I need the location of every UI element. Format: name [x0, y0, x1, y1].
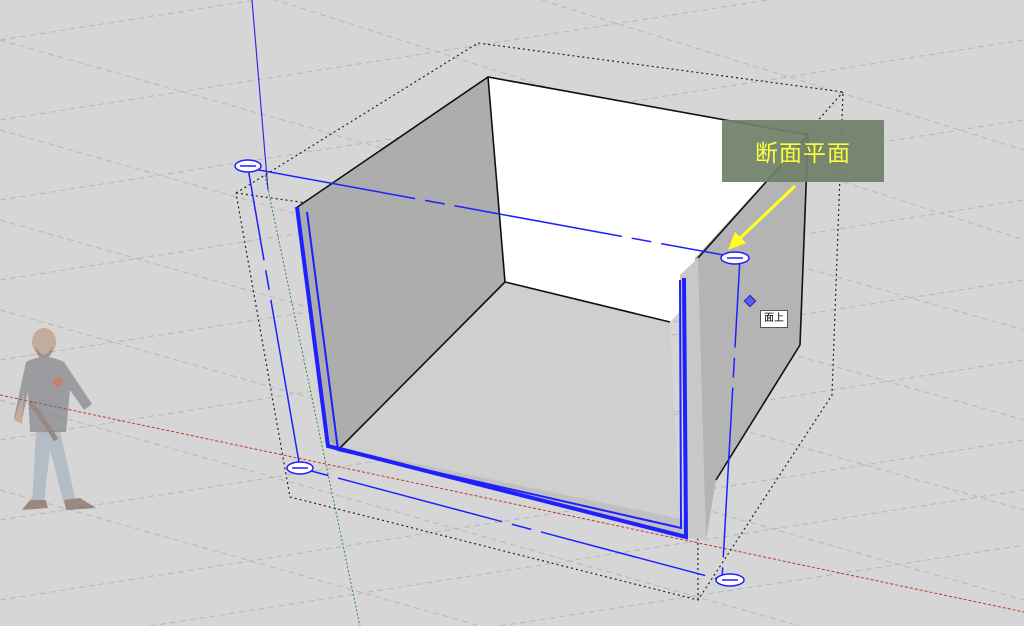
3d-scene[interactable] [0, 0, 1024, 626]
section-grip-icon[interactable] [715, 573, 745, 587]
section-grip-icon[interactable] [720, 251, 750, 265]
section-grip-icon[interactable] [234, 159, 262, 173]
tooltip-label: 面上 [764, 313, 784, 324]
model-viewport[interactable]: 断面平面 面上 [0, 0, 1024, 626]
inference-tooltip: 面上 [760, 310, 788, 328]
callout-label: 断面平面 [755, 141, 851, 167]
section-grip-icon[interactable] [286, 461, 314, 475]
person-figure [14, 328, 96, 510]
section-plane-callout: 断面平面 [722, 120, 884, 182]
